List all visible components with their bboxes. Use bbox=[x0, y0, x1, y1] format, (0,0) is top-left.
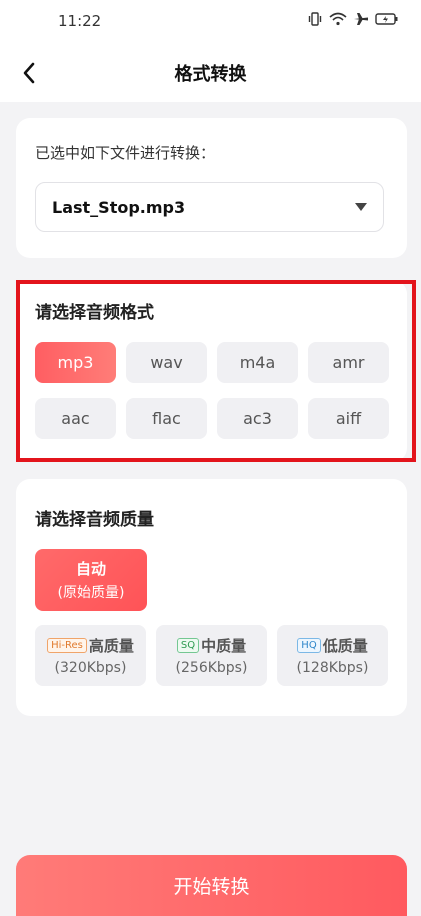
quality-rate: (320Kbps) bbox=[54, 660, 127, 676]
status-bar: 11:22 bbox=[0, 0, 421, 44]
format-card: 请选择音频格式 mp3 wav m4a amr aac flac ac3 aif… bbox=[16, 280, 407, 462]
selected-file-name: Last_Stop.mp3 bbox=[52, 197, 186, 217]
status-time: 11:22 bbox=[58, 12, 102, 30]
format-option-aiff[interactable]: aiff bbox=[308, 398, 389, 439]
file-card: 已选中如下文件进行转换： Last_Stop.mp3 bbox=[16, 118, 407, 258]
caret-down-icon bbox=[355, 203, 367, 211]
quality-card: 请选择音频质量 自动 (原始质量) Hi-Res 高质量 (320Kbps) S… bbox=[16, 479, 407, 716]
quality-name: 中质量 bbox=[201, 637, 247, 655]
wifi-icon bbox=[329, 12, 347, 26]
hires-badge: Hi-Res bbox=[47, 638, 87, 653]
page-title: 格式转换 bbox=[174, 64, 247, 85]
format-option-mp3[interactable]: mp3 bbox=[35, 342, 116, 383]
vibrate-icon bbox=[307, 12, 323, 26]
format-option-m4a[interactable]: m4a bbox=[217, 342, 298, 383]
app-header: 格式转换 bbox=[0, 44, 421, 102]
quality-name: 低质量 bbox=[322, 637, 368, 655]
quality-option-low[interactable]: HQ 低质量 (128Kbps) bbox=[277, 625, 388, 686]
airplane-icon bbox=[353, 12, 369, 26]
file-dropdown[interactable]: Last_Stop.mp3 bbox=[35, 182, 384, 232]
quality-name: 高质量 bbox=[88, 637, 134, 655]
quality-rate: (256Kbps) bbox=[175, 660, 248, 676]
format-option-wav[interactable]: wav bbox=[126, 342, 207, 383]
auto-label: 自动 bbox=[75, 560, 106, 578]
quality-options: Hi-Res 高质量 (320Kbps) SQ 中质量 (256Kbps) HQ… bbox=[35, 625, 389, 686]
format-option-aac[interactable]: aac bbox=[35, 398, 116, 439]
quality-option-high[interactable]: Hi-Res 高质量 (320Kbps) bbox=[35, 625, 146, 686]
start-convert-button[interactable]: 开始转换 bbox=[16, 855, 407, 916]
format-section-title: 请选择音频格式 bbox=[35, 303, 154, 323]
quality-section-title: 请选择音频质量 bbox=[35, 510, 154, 530]
file-card-label: 已选中如下文件进行转换： bbox=[35, 144, 216, 162]
hq-badge: HQ bbox=[297, 638, 321, 653]
quality-rate: (128Kbps) bbox=[296, 660, 369, 676]
format-option-ac3[interactable]: ac3 bbox=[217, 398, 298, 439]
battery-icon bbox=[375, 12, 399, 26]
sq-badge: SQ bbox=[176, 638, 200, 653]
format-option-amr[interactable]: amr bbox=[308, 342, 389, 383]
format-option-flac[interactable]: flac bbox=[126, 398, 207, 439]
quality-option-medium[interactable]: SQ 中质量 (256Kbps) bbox=[156, 625, 267, 686]
auto-sublabel: (原始质量) bbox=[57, 585, 125, 601]
status-icons bbox=[307, 12, 399, 26]
format-options: mp3 wav m4a amr aac flac ac3 aiff bbox=[35, 342, 389, 439]
quality-option-auto[interactable]: 自动 (原始质量) bbox=[35, 549, 147, 611]
